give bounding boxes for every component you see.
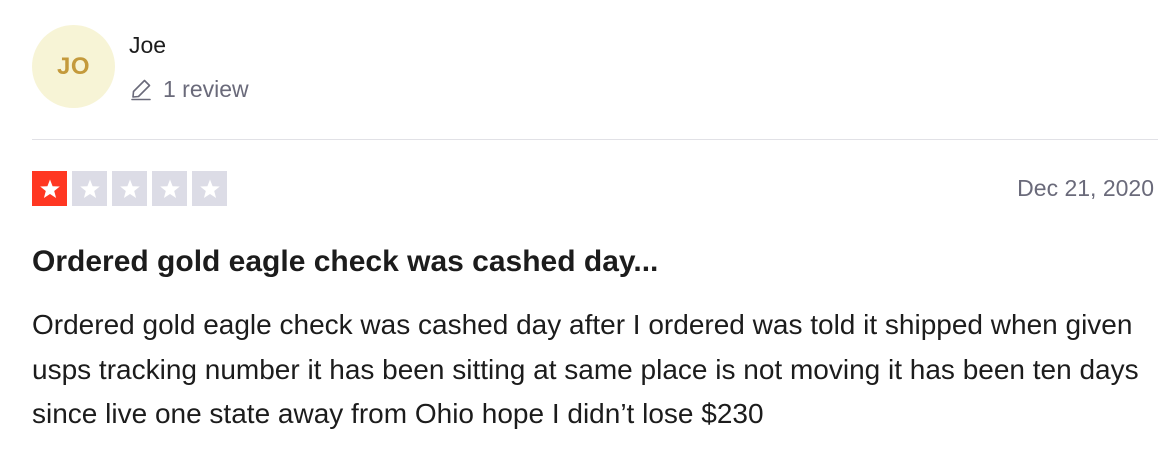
- review-count-label: 1 review: [163, 76, 249, 102]
- review-card: JO Joe 1 review Dec 21, 2020 Ordered gol…: [0, 0, 1174, 472]
- pencil-icon: [129, 77, 153, 101]
- consumer-info: JO Joe 1 review: [32, 25, 249, 109]
- star-icon: [112, 171, 147, 206]
- star-icon: [72, 171, 107, 206]
- avatar[interactable]: JO: [32, 25, 115, 108]
- star-rating: [32, 171, 232, 206]
- star-icon: [32, 171, 67, 206]
- divider: [32, 139, 1158, 140]
- review-count: 1 review: [129, 75, 249, 103]
- avatar-initials: JO: [56, 52, 90, 80]
- star-icon: [152, 171, 187, 206]
- consumer-details: Joe 1 review: [129, 25, 249, 103]
- star-icon: [192, 171, 227, 206]
- review-body: Ordered gold eagle check was cashed day …: [32, 309, 1139, 429]
- consumer-name[interactable]: Joe: [129, 31, 249, 59]
- review-title[interactable]: Ordered gold eagle check was cashed day.…: [32, 243, 658, 281]
- review-date: Dec 21, 2020: [1017, 175, 1154, 201]
